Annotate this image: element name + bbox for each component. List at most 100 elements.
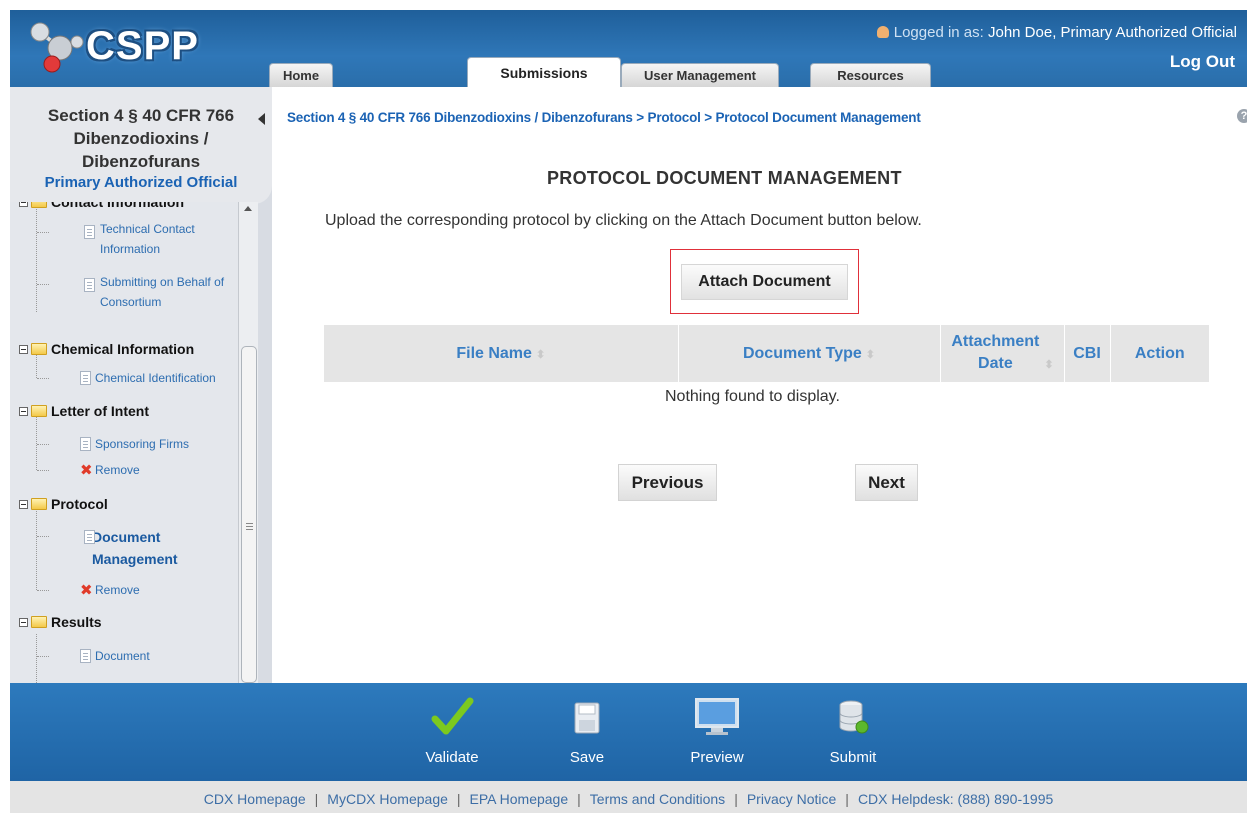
sidebar-title-line: Section 4 § 40 CFR 766	[47, 106, 235, 125]
document-icon	[80, 437, 91, 451]
logged-in-prefix: Logged in as:	[893, 24, 988, 41]
preview-button[interactable]: Preview	[674, 693, 760, 766]
collapse-icon[interactable]	[19, 202, 28, 207]
folder-icon	[31, 405, 47, 417]
tree-label: Chemical Identification	[95, 371, 216, 385]
tree-folder-contact-information[interactable]: Contact Information	[10, 202, 184, 216]
preview-label: Preview	[690, 749, 744, 766]
tree-folder-chemical-information[interactable]: Chemical Information	[10, 335, 194, 363]
footer-separator: |	[577, 791, 581, 807]
column-document-type[interactable]: Document Type ⬍	[678, 325, 941, 382]
footer-separator: |	[734, 791, 738, 807]
sidebar-title: Section 4 § 40 CFR 766 Dibenzodioxins / …	[10, 87, 272, 173]
tree-folder-results[interactable]: Results	[10, 608, 102, 636]
tree-folder-letter-of-intent[interactable]: Letter of Intent	[10, 397, 149, 425]
collapse-icon[interactable]	[19, 406, 28, 416]
sidebar: Section 4 § 40 CFR 766 Dibenzodioxins / …	[10, 87, 272, 683]
tree-item-remove-letter-of-intent[interactable]: ✖ Remove	[10, 456, 140, 484]
tree-item-results-document[interactable]: Document	[10, 642, 150, 670]
footer-link-mycdx-homepage[interactable]: MyCDX Homepage	[327, 791, 448, 807]
tree-label: Technical Contact Information	[100, 222, 195, 256]
column-file-name[interactable]: File Name ⬍	[324, 325, 679, 382]
logged-in-user: John Doe, Primary Authorized Official	[987, 24, 1237, 41]
column-label: File Name	[456, 344, 532, 362]
sidebar-header: Section 4 § 40 CFR 766 Dibenzodioxins / …	[10, 87, 272, 204]
footer-link-terms-and-conditions[interactable]: Terms and Conditions	[590, 791, 725, 807]
tree-item-document-management[interactable]: Document Management	[10, 521, 202, 571]
document-icon	[84, 225, 95, 239]
monitor-icon	[695, 698, 739, 735]
sidebar-role: Primary Authorized Official	[44, 174, 238, 191]
logo-text: CSPP	[86, 24, 199, 68]
sidebar-scrollbar[interactable]	[238, 202, 258, 683]
tree-item-chemical-identification[interactable]: Chemical Identification	[10, 364, 216, 392]
tab-resources[interactable]: Resources	[810, 63, 931, 87]
page-title: PROTOCOL DOCUMENT MANAGEMENT	[547, 168, 902, 188]
navigation-tree: Contact Information Technical Contact In…	[10, 202, 238, 683]
logout-link[interactable]: Log Out	[1170, 52, 1235, 72]
column-label: Action	[1134, 344, 1185, 362]
previous-button[interactable]: Previous	[618, 464, 717, 501]
remove-icon: ✖	[80, 581, 93, 599]
collapse-icon[interactable]	[19, 499, 28, 509]
tree-label: Document	[95, 649, 150, 663]
document-icon	[84, 278, 95, 292]
floppy-disk-icon	[574, 702, 600, 734]
footer-link-epa-homepage[interactable]: EPA Homepage	[470, 791, 569, 807]
tab-home[interactable]: Home	[269, 63, 333, 87]
attach-document-button[interactable]: Attach Document	[681, 264, 848, 300]
collapse-sidebar-arrow-icon[interactable]	[258, 113, 265, 125]
collapse-icon[interactable]	[19, 617, 28, 627]
tree-label: Results	[51, 614, 102, 630]
tree-item-sponsoring-firms[interactable]: Sponsoring Firms	[10, 430, 189, 458]
logged-in-status: Logged in as: John Doe, Primary Authoriz…	[876, 24, 1237, 41]
footer-link-cdx-helpdesk[interactable]: CDX Helpdesk: (888) 890-1995	[858, 791, 1053, 807]
tree-item-remove-protocol[interactable]: ✖ Remove	[10, 576, 140, 604]
scrollbar-thumb[interactable]	[241, 346, 257, 683]
column-attachment-date[interactable]: Attachment Date ⬍	[940, 325, 1065, 382]
save-label: Save	[569, 749, 605, 766]
save-button[interactable]: Save	[552, 693, 622, 766]
submit-button[interactable]: Submit	[815, 693, 891, 766]
tree-label: Remove	[95, 583, 140, 597]
validate-label: Validate	[425, 749, 479, 766]
submit-label: Submit	[829, 749, 877, 766]
collapse-icon[interactable]	[19, 344, 28, 354]
footer-link-privacy-notice[interactable]: Privacy Notice	[747, 791, 836, 807]
database-submit-icon	[839, 700, 869, 734]
folder-icon	[31, 616, 47, 628]
column-cbi: CBI	[1064, 325, 1111, 382]
tree-label: Submitting on Behalf of Consortium	[100, 275, 225, 309]
tree-label: Remove	[95, 463, 140, 477]
breadcrumb[interactable]: Section 4 § 40 CFR 766 Dibenzodioxins / …	[287, 110, 921, 125]
footer-link-cdx-homepage[interactable]: CDX Homepage	[204, 791, 306, 807]
sort-icon: ⬍	[865, 348, 876, 361]
documents-table: File Name ⬍ Document Type ⬍ Attachment Dat…	[324, 325, 1209, 382]
column-action: Action	[1110, 325, 1209, 382]
app-window: CSPP Logged in as: John Doe, Primary Aut…	[0, 0, 1247, 813]
footer-separator: |	[845, 791, 849, 807]
tree-label: Contact Information	[51, 202, 184, 210]
tab-user-management[interactable]: User Management	[621, 63, 779, 87]
next-button[interactable]: Next	[855, 464, 918, 501]
scroll-up-arrow-icon[interactable]	[244, 206, 252, 211]
sidebar-title-line: Dibenzodioxins /	[73, 129, 209, 148]
user-icon	[876, 26, 889, 38]
footer-separator: |	[456, 791, 461, 807]
tree-item-technical-contact-information[interactable]: Technical Contact Information	[10, 215, 220, 259]
cspp-logo[interactable]: CSPP	[24, 18, 204, 74]
sort-icon: ⬍	[1044, 359, 1054, 371]
help-icon[interactable]: ?	[1237, 109, 1247, 123]
tree-folder-protocol[interactable]: Protocol	[10, 490, 108, 518]
sidebar-title-line: Dibenzofurans	[81, 152, 201, 171]
validate-button[interactable]: Validate	[412, 693, 492, 766]
empty-table-message: Nothing found to display.	[665, 388, 840, 405]
folder-icon	[31, 202, 47, 208]
tree-label: Sponsoring Firms	[95, 437, 190, 451]
tab-submissions[interactable]: Submissions	[467, 57, 621, 87]
checkmark-icon	[431, 697, 474, 735]
tree-item-submitting-on-behalf-of-consortium[interactable]: Submitting on Behalf of Consortium	[10, 268, 238, 312]
folder-icon	[31, 343, 47, 355]
document-icon	[84, 530, 95, 544]
table-header-row: File Name ⬍ Document Type ⬍ Attachment Dat…	[324, 325, 1209, 382]
